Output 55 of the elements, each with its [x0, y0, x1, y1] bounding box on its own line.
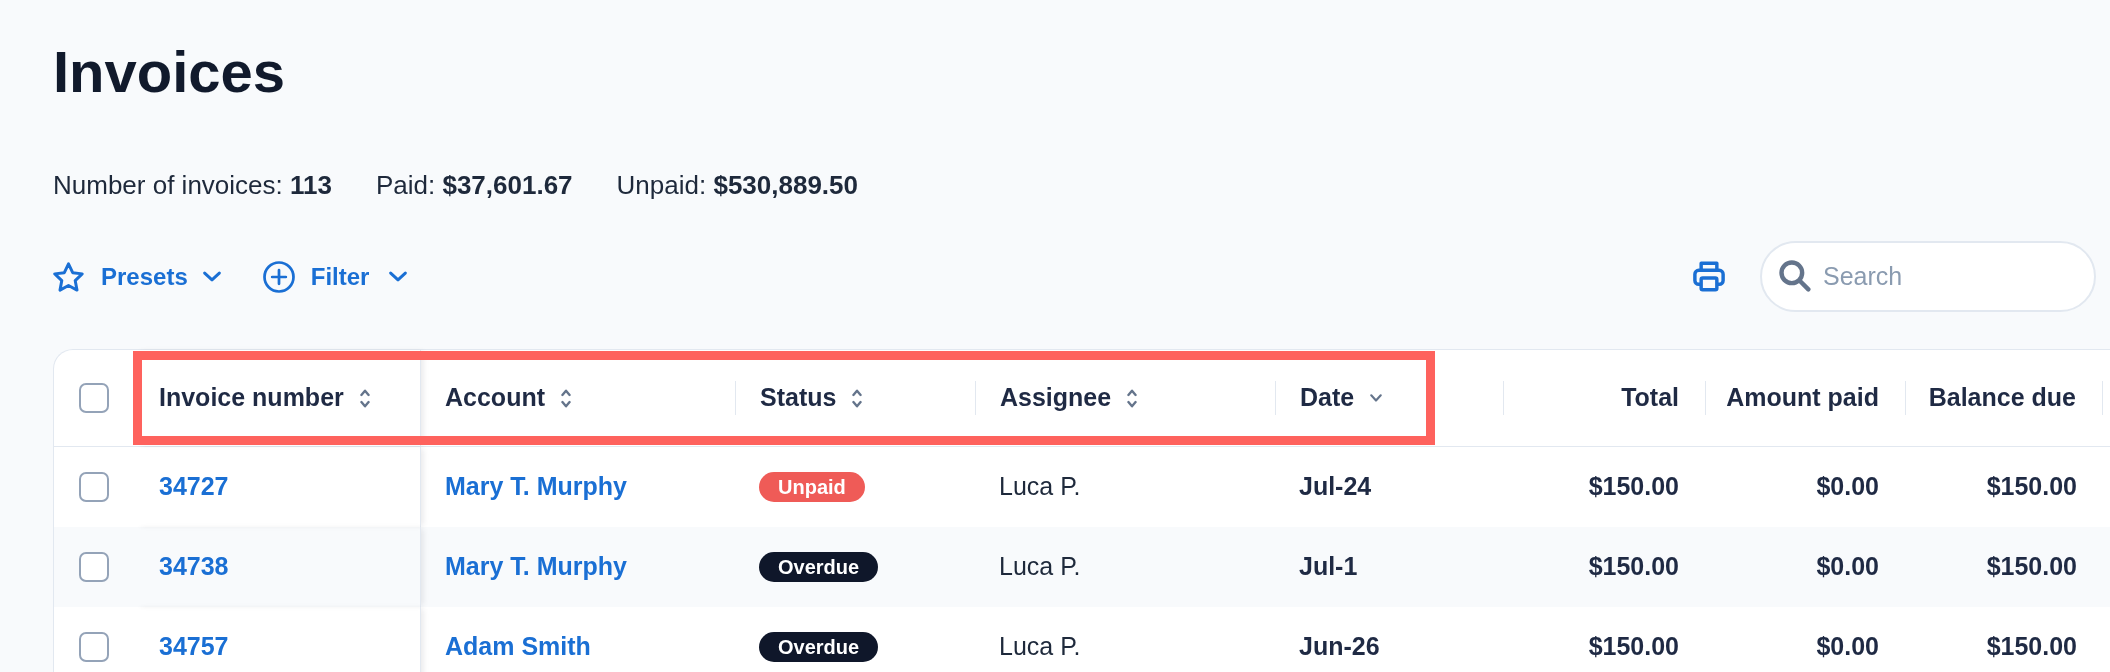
- star-icon: [53, 261, 84, 292]
- summary-stat: Paid: $37,601.67: [375, 171, 573, 199]
- status-badge: Unpaid: [759, 472, 865, 502]
- invoice-number-link[interactable]: 34727: [159, 468, 229, 506]
- table-cell-text: $150.00: [1588, 631, 1679, 663]
- column-header[interactable]: Date: [1300, 379, 1383, 417]
- search-field[interactable]: Search: [1760, 241, 2096, 312]
- print-button[interactable]: [1693, 261, 1725, 292]
- chevron-down-icon: [1370, 394, 1383, 402]
- sort-icon: [1127, 388, 1138, 408]
- summary-stat: Unpaid: $530,889.50: [616, 171, 858, 199]
- filter-button[interactable]: Filter: [262, 258, 408, 295]
- column-header[interactable]: Account: [445, 379, 571, 417]
- table-cell-text: $0.00: [1816, 471, 1879, 503]
- table-cell-text: Luca P.: [999, 631, 1081, 663]
- status-badge: Overdue: [759, 552, 879, 582]
- table-cell-text: $150.00: [1986, 631, 2077, 663]
- table-cell-text: Jun-26: [1299, 631, 1380, 663]
- table-cell-text: $150.00: [1986, 551, 2077, 583]
- presets-button[interactable]: Presets: [53, 258, 221, 295]
- table-cell-text: $150.00: [1588, 471, 1679, 503]
- table-cell-text: $150.00: [1986, 471, 2077, 503]
- checkbox[interactable]: [79, 472, 109, 502]
- chevron-down-icon: [389, 271, 408, 282]
- column-label: Total: [1621, 382, 1679, 414]
- checkbox[interactable]: [79, 632, 109, 662]
- status-badge: Overdue: [759, 632, 879, 662]
- plus-circle-icon: [262, 260, 295, 293]
- checkbox[interactable]: [79, 383, 109, 413]
- summary-stat: Number of invoices: 113: [53, 171, 332, 199]
- printer-icon: [1693, 261, 1725, 292]
- table-cell-text: $150.00: [1588, 551, 1679, 583]
- column-header[interactable]: Invoice number: [159, 379, 370, 417]
- column-label: Amount paid: [1726, 382, 1879, 414]
- table-cell-text: $0.00: [1816, 551, 1879, 583]
- account-link[interactable]: Adam Smith: [445, 628, 591, 666]
- search-icon: [1779, 260, 1811, 292]
- table-cell-text: $0.00: [1816, 631, 1879, 663]
- page-title: Invoices: [53, 43, 286, 101]
- table-cell-text: Luca P.: [999, 551, 1081, 583]
- table-cell-text: Luca P.: [999, 471, 1081, 503]
- account-link[interactable]: Mary T. Murphy: [445, 548, 627, 586]
- account-link[interactable]: Mary T. Murphy: [445, 468, 627, 506]
- table-cell-text: Jul-24: [1299, 471, 1372, 503]
- sort-icon: [561, 388, 571, 408]
- invoice-number-link[interactable]: 34738: [159, 548, 229, 586]
- column-header[interactable]: Status: [760, 379, 863, 417]
- sort-icon: [852, 388, 863, 408]
- table-cell-text: Jul-1: [1299, 551, 1358, 583]
- column-label: Balance due: [1928, 382, 2076, 414]
- invoice-number-link[interactable]: 34757: [159, 628, 229, 666]
- chevron-down-icon: [202, 271, 221, 282]
- column-header[interactable]: Assignee: [1000, 379, 1138, 417]
- sort-icon: [359, 388, 370, 408]
- checkbox[interactable]: [79, 552, 109, 582]
